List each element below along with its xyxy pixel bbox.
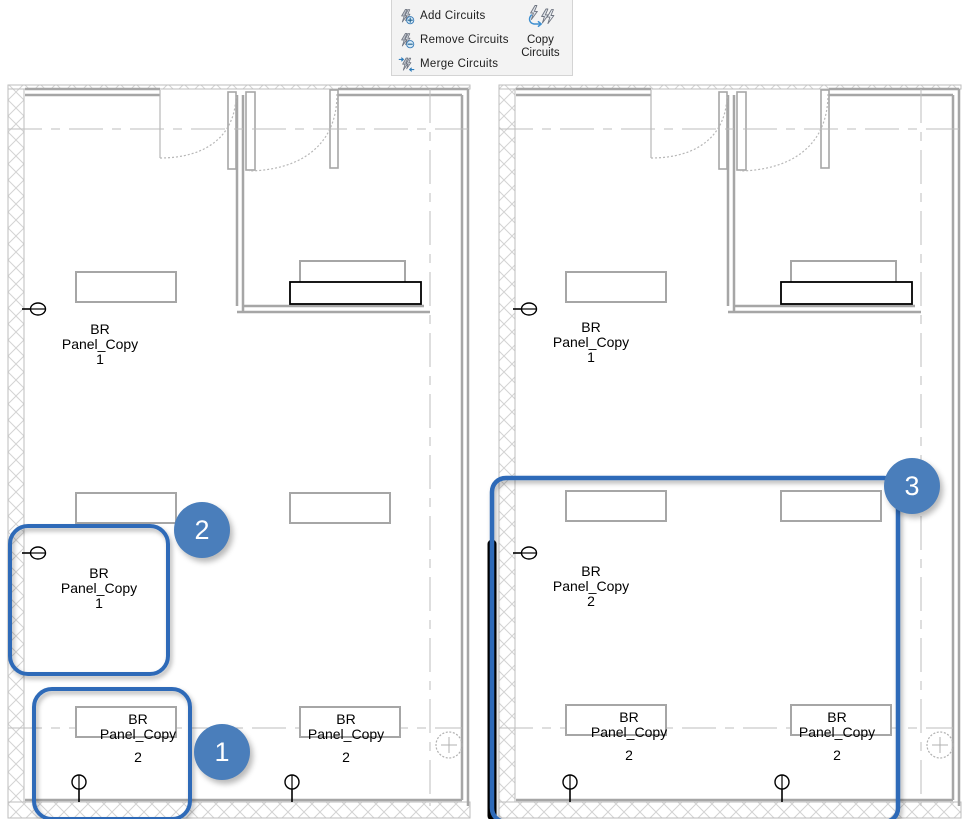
floor-plans-canvas: BR Panel_Copy 1 BR Panel_Copy 1 BR Panel… [7, 84, 962, 819]
right-plan-room-labels: BR Panel_Copy 1 BR Panel_Copy 2 BR Panel… [553, 319, 875, 763]
copy-circuits-label-line1: Copy [527, 34, 554, 46]
room-label-line: 1 [95, 595, 103, 611]
merge-circuits-label: Merge Circuits [420, 58, 499, 70]
room-label-line: 2 [342, 749, 350, 765]
right-plan-west-wall [498, 84, 516, 819]
merge-circuits-icon [398, 56, 415, 72]
room-label-line: 1 [96, 351, 104, 367]
room-label-line: BR [827, 709, 846, 725]
room-label-line: Panel_Copy [553, 334, 629, 350]
fixture-rect [289, 492, 391, 524]
fixture-rect [780, 490, 882, 522]
left-plan-selected-fixture[interactable] [289, 281, 422, 305]
room-label-line: 2 [134, 749, 142, 765]
left-plan-wall-sconce-1[interactable] [22, 302, 47, 316]
room-label-line: Panel_Copy [799, 724, 875, 740]
right-plan-south-wall [498, 801, 962, 819]
room-label-line: Panel_Copy [308, 726, 384, 742]
callout-badge-2-number: 2 [194, 514, 210, 545]
room-label-line: 2 [833, 747, 841, 763]
left-plan-door-swing-arc-2 [159, 93, 237, 159]
right-plan-receptacle-2[interactable] [774, 774, 790, 802]
copy-circuits-button[interactable]: Copy Circuits [509, 0, 572, 75]
left-plan-door-swing-arc [248, 93, 338, 172]
room-label-line: BR [336, 711, 355, 727]
left-plan-west-wall [7, 84, 25, 819]
room-label-line: BR [89, 565, 108, 581]
room-label-line: Panel_Copy [61, 580, 137, 596]
right-plan-door-swing-arc [739, 93, 829, 172]
add-circuits-button[interactable]: Add Circuits [398, 4, 509, 28]
fixture-rect [75, 492, 177, 524]
remove-circuits-button[interactable]: Remove Circuits [398, 28, 509, 52]
fixture-rect [565, 490, 667, 522]
right-plan-highlight-large[interactable] [489, 475, 901, 819]
room-label-line: Panel_Copy [100, 726, 176, 742]
room-label-line: BR [619, 709, 638, 725]
room-label-line: BR [128, 711, 147, 727]
room-label-line: BR [581, 563, 600, 579]
callout-badge-3[interactable]: 3 [884, 458, 940, 514]
room-label-line: 2 [625, 747, 633, 763]
remove-circuits-icon [401, 32, 415, 48]
remove-circuits-label: Remove Circuits [420, 34, 509, 46]
left-floor-plan: BR Panel_Copy 1 BR Panel_Copy 1 BR Panel… [7, 84, 471, 819]
room-label-line: BR [581, 319, 600, 335]
floor-plan-area: BR Panel_Copy 1 BR Panel_Copy 1 BR Panel… [0, 76, 963, 819]
left-plan-interior-walls [25, 87, 470, 806]
callout-badge-3-number: 3 [904, 470, 920, 501]
room-label-line: Panel_Copy [591, 724, 667, 740]
fixture-rect [565, 271, 667, 303]
callout-badge-1[interactable]: 1 [194, 724, 250, 780]
left-plan-fixtures [75, 260, 406, 738]
right-plan-receptacle-1[interactable] [562, 774, 578, 802]
right-plan-fixtures [565, 260, 897, 736]
room-label-line: Panel_Copy [553, 578, 629, 594]
left-plan-wall-sconce-2[interactable] [22, 546, 47, 560]
right-plan-wall-sconce-2[interactable] [513, 546, 538, 560]
ribbon-command-list: Add Circuits Remove Circuits Merge Circu… [392, 0, 509, 75]
left-plan-receptacle-1[interactable] [71, 774, 87, 802]
right-plan-grid-bubble[interactable] [926, 731, 954, 759]
add-circuits-icon [401, 8, 415, 24]
left-plan-south-wall [7, 801, 471, 819]
left-plan-door-frames [227, 89, 339, 171]
merge-circuits-button[interactable]: Merge Circuits [398, 52, 509, 76]
copy-circuits-label-line2: Circuits [521, 47, 560, 59]
room-label-line: Panel_Copy [62, 336, 138, 352]
right-plan-door-swing-arc-2 [650, 93, 728, 159]
right-floor-plan: BR Panel_Copy 1 BR Panel_Copy 2 BR Panel… [487, 84, 962, 819]
right-plan-interior-walls [516, 87, 961, 806]
left-plan-grid-bubble[interactable] [435, 731, 463, 759]
callout-badge-2[interactable]: 2 [174, 502, 230, 558]
copy-circuits-icon [529, 5, 555, 28]
add-circuits-label: Add Circuits [420, 10, 486, 22]
right-plan-wall-sconce-1[interactable] [513, 302, 538, 316]
right-plan-door-frames [718, 89, 830, 171]
callout-badge-1-number: 1 [214, 736, 230, 767]
right-plan-selected-fixture[interactable] [780, 281, 913, 305]
room-label-line: BR [90, 321, 109, 337]
room-label-line: 1 [587, 349, 595, 365]
circuits-ribbon-panel: Add Circuits Remove Circuits Merge Circu… [391, 0, 573, 76]
room-label-line: 2 [587, 593, 595, 609]
fixture-rect [75, 271, 177, 303]
left-plan-receptacle-2[interactable] [284, 774, 300, 802]
